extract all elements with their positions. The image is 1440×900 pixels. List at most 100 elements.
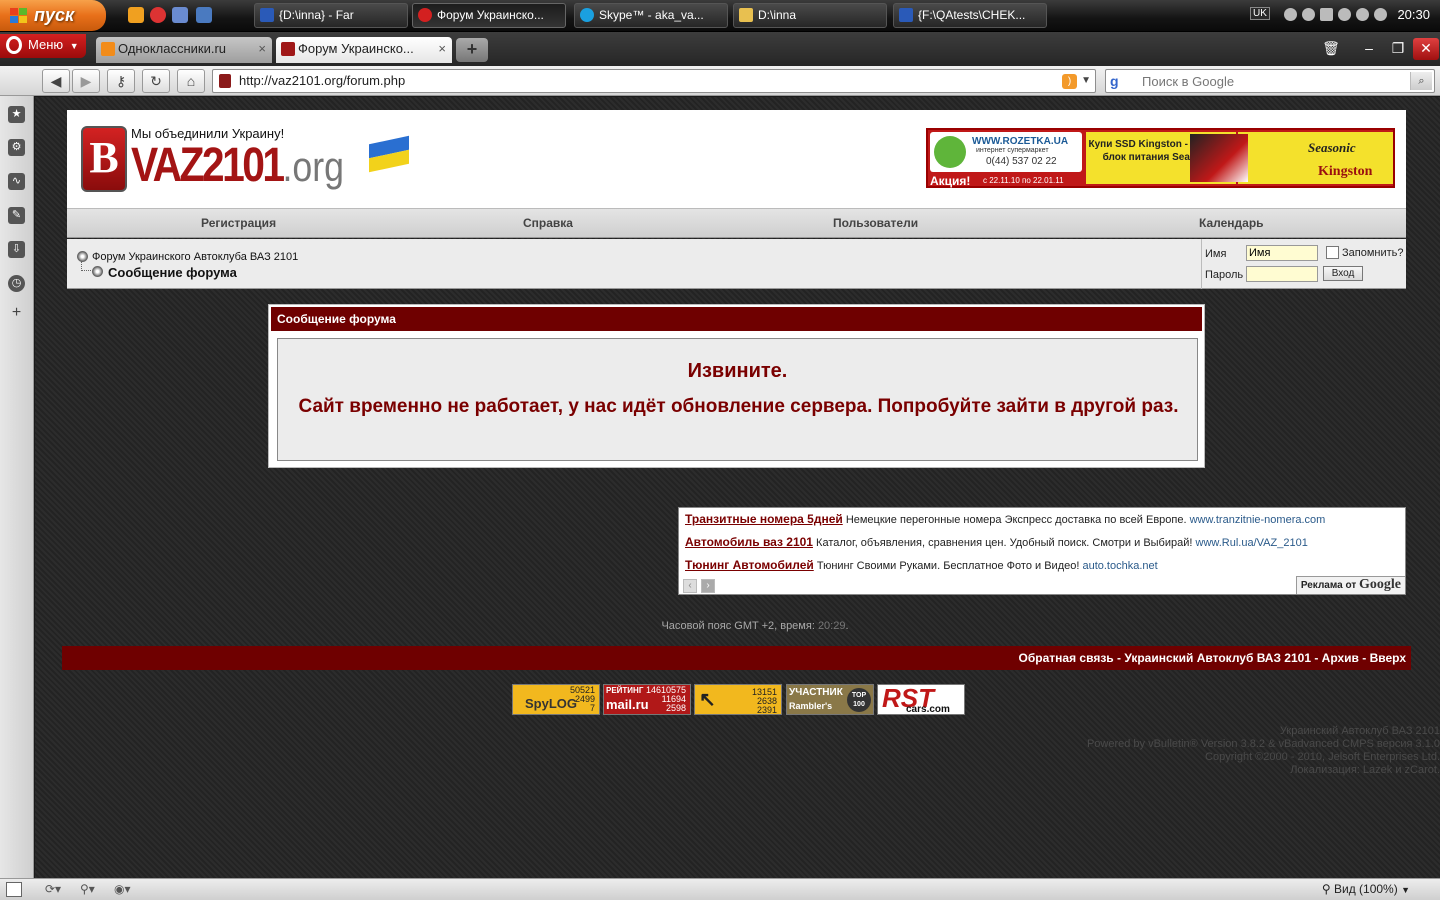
odnoklassniki-favicon	[101, 42, 115, 56]
logo-main: VAZ2101	[131, 139, 285, 192]
task-label: {F:\QAtests\CHEK...	[918, 8, 1026, 22]
skype-icon	[580, 8, 594, 22]
search-input[interactable]	[1142, 71, 1408, 91]
ads-by-google-link[interactable]: Реклама от Google	[1295, 576, 1405, 594]
vaz-logo-icon[interactable]: B	[81, 126, 127, 192]
breadcrumb-root-link[interactable]: Форум Украинского Автоклуба ВАЗ 2101	[92, 251, 298, 263]
language-indicator[interactable]: UK	[1250, 7, 1270, 20]
login-button[interactable]: Вход	[1323, 266, 1363, 281]
turbo-icon[interactable]: ◉▾	[114, 882, 131, 897]
chevron-down-icon[interactable]: ▼	[1081, 70, 1091, 92]
sync-icon[interactable]: ⟳▾	[45, 882, 61, 897]
far-quicklaunch-icon[interactable]	[196, 7, 212, 23]
notes-icon[interactable]: ✎	[8, 207, 25, 224]
start-button[interactable]: пуск	[0, 0, 106, 31]
search-icon[interactable]: ⌕	[1410, 72, 1432, 90]
close-icon[interactable]: ×	[438, 37, 446, 61]
downloads-icon[interactable]: ⇩	[8, 241, 25, 258]
counter-values: 13151 2638 2391	[751, 687, 777, 715]
password-label: Пароль	[1205, 269, 1244, 281]
minimize-icon[interactable]: –	[1356, 38, 1382, 60]
close-tray-icon[interactable]	[1374, 8, 1387, 21]
nav-calendar[interactable]: Календарь	[1199, 216, 1264, 230]
wand-key-icon[interactable]: ⚷	[107, 69, 135, 93]
windows-logo-icon	[10, 8, 28, 24]
search-box[interactable]: g ⌕	[1105, 69, 1435, 93]
volume-icon[interactable]	[1338, 8, 1351, 21]
opera-menu-button[interactable]: Меню ▼	[0, 34, 86, 58]
message-text: Сайт временно не работает, у нас идёт об…	[298, 396, 1179, 417]
widgets-gear-icon[interactable]: ⚙	[8, 139, 25, 156]
tray-arrow-icon[interactable]	[1284, 8, 1297, 21]
message-header: Сообщение форума	[271, 307, 1202, 331]
arrow-up-left-icon: ↖	[699, 689, 716, 711]
copyright-line: Локализация: Lazek и zCarot.	[1290, 764, 1440, 776]
zoom-control[interactable]: ⚲ Вид (100%) ▼	[1322, 882, 1410, 896]
history-icon[interactable]: ◷	[8, 275, 25, 292]
ad-url[interactable]: www.tranzitnie-nomera.com	[1190, 514, 1326, 526]
reload-icon[interactable]: ↻	[142, 69, 170, 93]
task-opera-forum[interactable]: Форум Украинско...	[412, 3, 566, 28]
mailru-counter[interactable]: РЕЙТИНГ mail.ru 14610575 11694 2598	[603, 684, 691, 715]
far-icon	[899, 8, 913, 22]
ad-title-link[interactable]: Тюнинг Автомобилей	[685, 558, 814, 572]
tab-forum[interactable]: Форум Украинско... ×	[276, 37, 452, 63]
task-explorer[interactable]: D:\inna	[733, 3, 887, 28]
ad-url[interactable]: www.Rul.ua/VAZ_2101	[1196, 537, 1308, 549]
unite-icon[interactable]: ∿	[8, 173, 25, 190]
task-far-2[interactable]: {F:\QAtests\CHEK...	[893, 3, 1047, 28]
network-icon[interactable]	[172, 7, 188, 23]
maximize-icon[interactable]: ❐	[1385, 38, 1411, 60]
nav-register[interactable]: Регистрация	[201, 216, 276, 230]
spylog-counter[interactable]: SpyLOG 50521 2499 7	[512, 684, 600, 715]
ad-url[interactable]: auto.tochka.net	[1082, 560, 1157, 572]
new-tab-button[interactable]: +	[456, 38, 488, 62]
url-text: http://vaz2101.org/forum.php	[239, 73, 406, 88]
rst-counter[interactable]: RST cars.com	[877, 684, 965, 715]
rambler-top100-counter[interactable]: УЧАСТНИК Rambler's TOP 100	[786, 684, 874, 715]
wifi-icon[interactable]	[1302, 8, 1315, 21]
panel-toggle-icon[interactable]	[6, 882, 22, 897]
unite-share-icon[interactable]: ⚲▾	[80, 882, 96, 897]
rozetka-ad-banner[interactable]: WWW.ROZETKA.UA интернет супермаркет 0(44…	[926, 128, 1395, 188]
battery-icon[interactable]	[1320, 8, 1333, 21]
ad-next-chevron-icon[interactable]: ›	[701, 579, 715, 593]
banner-promo: Акция!	[930, 174, 971, 188]
shield-icon[interactable]	[1356, 8, 1369, 21]
ad-title-link[interactable]: Транзитные номера 5дней	[685, 512, 843, 526]
close-icon[interactable]: ×	[258, 37, 266, 61]
rss-feed-icon[interactable]: )	[1062, 74, 1077, 89]
username-input[interactable]	[1246, 245, 1318, 261]
google-search-engine-icon[interactable]: g	[1110, 73, 1138, 90]
trash-icon[interactable]: 🗑	[1318, 38, 1344, 60]
ad-item: Тюнинг Автомобилей Тюнинг Своими Руками.…	[685, 558, 1158, 572]
window-close-icon[interactable]: ✕	[1413, 38, 1439, 60]
vaz-favicon	[281, 42, 295, 56]
footer-links-bar[interactable]: Обратная связь - Украинский Автоклуб ВАЗ…	[62, 646, 1411, 670]
back-button[interactable]: ◀	[42, 69, 70, 93]
liveinternet-counter[interactable]: ↖ 13151 2638 2391	[694, 684, 782, 715]
nav-help[interactable]: Справка	[523, 216, 573, 230]
home-icon[interactable]: ⌂	[177, 69, 205, 93]
nav-members[interactable]: Пользователи	[833, 216, 918, 230]
password-input[interactable]	[1246, 266, 1318, 282]
task-far[interactable]: {D:\inna} - Far	[254, 3, 408, 28]
message-title: Извините.	[687, 360, 788, 382]
clock[interactable]: 20:30	[1397, 7, 1430, 22]
add-panel-icon[interactable]: +	[8, 304, 25, 321]
top100-badge: TOP 100	[847, 688, 871, 712]
task-skype[interactable]: Skype™ - aka_va...	[574, 3, 728, 28]
forward-button[interactable]: ▶	[72, 69, 100, 93]
ad-title-link[interactable]: Автомобиль ваз 2101	[685, 535, 813, 549]
ad-prev-chevron-icon[interactable]: ‹	[683, 579, 697, 593]
tab-odnoklassniki[interactable]: Одноклассники.ru ×	[96, 37, 272, 63]
address-bar[interactable]: http://vaz2101.org/forum.php ) ▼	[212, 69, 1096, 93]
chevron-down-icon: ▼	[1401, 885, 1410, 895]
tab-label: Одноклассники.ru	[118, 41, 227, 56]
opera-side-panel: ★ ⚙ ∿ ✎ ⇩ ◷ +	[0, 96, 34, 878]
remember-checkbox[interactable]	[1326, 246, 1339, 259]
opera-quicklaunch-icon[interactable]	[150, 7, 166, 23]
bookmarks-icon[interactable]: ★	[8, 106, 25, 123]
site-logo-text[interactable]: VAZ2101.org	[131, 138, 344, 193]
info-icon[interactable]	[128, 7, 144, 23]
